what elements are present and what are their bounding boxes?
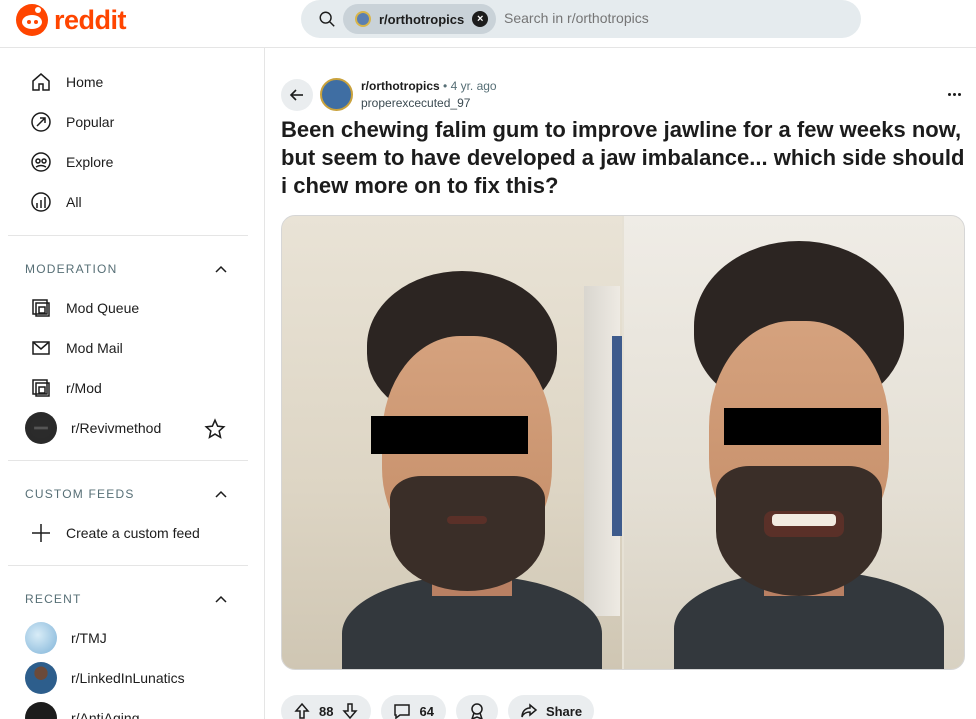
downvote-icon[interactable] — [341, 702, 359, 719]
close-icon[interactable]: × — [472, 11, 489, 27]
share-icon — [521, 703, 538, 718]
sidebar-divider — [8, 565, 248, 566]
vote-count: 88 — [319, 703, 334, 719]
subreddit-icon[interactable] — [320, 78, 353, 111]
search-icon — [319, 11, 335, 27]
share-label: Share — [545, 703, 583, 719]
subreddit-avatar — [355, 11, 371, 27]
sidebar-item-explore[interactable]: Explore — [8, 142, 248, 182]
sidebar-item-label: Create a custom feed — [66, 525, 200, 541]
sidebar-item-label: r/TMJ — [71, 630, 107, 646]
mod-queue-icon — [32, 299, 50, 317]
search-input[interactable] — [504, 10, 844, 26]
upvote-icon[interactable] — [293, 702, 311, 719]
reddit-logo[interactable]: reddit — [16, 4, 127, 36]
star-icon[interactable] — [204, 418, 226, 440]
section-title: RECENT — [25, 592, 82, 606]
sidebar-item-label: Explore — [66, 154, 114, 170]
comment-icon — [394, 704, 411, 719]
reddit-snoo-icon — [16, 4, 48, 36]
explore-icon — [31, 152, 51, 172]
sidebar-item-mod-queue[interactable]: Mod Queue — [8, 288, 248, 328]
comments-button[interactable]: 64 — [381, 695, 446, 719]
sidebar-item-label: All — [66, 194, 82, 210]
sidebar-item-label: Mod Mail — [66, 340, 123, 356]
sidebar-item-label: r/LinkedInLunatics — [71, 670, 185, 686]
dot-icon — [957, 92, 961, 96]
dot-icon — [947, 92, 951, 96]
sidebar-item-mod-mail[interactable]: Mod Mail — [8, 328, 248, 368]
antiaging-avatar — [25, 702, 57, 719]
tmj-avatar — [25, 622, 57, 654]
sidebar-item-home[interactable]: Home — [8, 62, 248, 102]
sidebar-item-label: r/AntiAging — [71, 710, 140, 719]
recent-section-header[interactable]: RECENT — [8, 584, 248, 614]
post-actions: 88 64 Share — [281, 695, 595, 719]
mod-icon — [32, 379, 50, 397]
back-button[interactable] — [281, 79, 313, 111]
left-sidebar: Home Popular Explore All MODERATION Mod … — [0, 48, 265, 719]
vote-control: 88 — [281, 695, 372, 719]
post-meta: r/orthotropics • 4 yr. ago — [361, 79, 497, 93]
sidebar-item-label: r/Revivmethod — [71, 420, 162, 436]
sidebar-divider — [8, 235, 248, 236]
photo-right — [624, 216, 964, 669]
subreddit-link[interactable]: r/orthotropics — [361, 79, 440, 93]
sidebar-item-popular[interactable]: Popular — [8, 102, 248, 142]
photo-left — [282, 216, 622, 669]
linkedinlunatics-avatar — [25, 662, 57, 694]
dot-icon — [952, 92, 956, 96]
moderation-section-header[interactable]: MODERATION — [8, 254, 248, 284]
post-age: 4 yr. ago — [450, 79, 497, 93]
arrow-left-icon — [289, 89, 303, 101]
section-title: MODERATION — [25, 262, 118, 276]
sidebar-item-label: Mod Queue — [66, 300, 140, 316]
sidebar-item-label: Home — [66, 74, 104, 90]
section-title: CUSTOM FEEDS — [25, 487, 135, 501]
revivmethod-avatar — [25, 412, 57, 444]
sidebar-item-r-antiaging[interactable]: r/AntiAging — [8, 698, 248, 719]
sidebar-item-r-linkedinlunatics[interactable]: r/LinkedInLunatics — [8, 658, 248, 698]
chip-label: r/orthotropics — [379, 11, 465, 27]
sidebar-item-label: Popular — [66, 114, 115, 130]
post-author[interactable]: properexcecuted_97 — [361, 96, 470, 110]
sidebar-item-create-custom-feed[interactable]: Create a custom feed — [8, 513, 248, 553]
censor-bar — [724, 408, 881, 445]
top-header: reddit r/orthotropics × — [0, 0, 976, 48]
meta-separator: • — [443, 79, 448, 93]
sidebar-divider — [8, 460, 248, 461]
chevron-up-icon — [215, 490, 227, 498]
all-icon — [31, 192, 51, 212]
subreddit-filter-chip[interactable]: r/orthotropics × — [343, 4, 497, 34]
plus-icon — [32, 524, 50, 542]
post-detail: r/orthotropics • 4 yr. ago properexcecut… — [265, 48, 976, 719]
sidebar-item-all[interactable]: All — [8, 182, 248, 222]
revivmethod-logo-icon — [30, 417, 52, 439]
sidebar-item-r-tmj[interactable]: r/TMJ — [8, 618, 248, 658]
award-button[interactable] — [455, 695, 498, 719]
popular-icon — [31, 112, 51, 132]
award-icon — [471, 703, 483, 719]
sidebar-item-r-revivmethod[interactable]: r/Revivmethod — [8, 408, 248, 448]
logo-wordmark: reddit — [54, 4, 127, 35]
more-options-button[interactable] — [939, 82, 969, 106]
comment-count: 64 — [419, 703, 434, 719]
custom-feeds-section-header[interactable]: CUSTOM FEEDS — [8, 479, 248, 509]
chevron-up-icon — [215, 265, 227, 273]
sidebar-item-label: r/Mod — [66, 380, 102, 396]
chevron-up-icon — [215, 595, 227, 603]
post-title: Been chewing falim gum to improve jawlin… — [281, 117, 965, 198]
share-button[interactable]: Share — [507, 695, 595, 719]
home-icon — [32, 73, 50, 91]
post-image[interactable] — [281, 215, 965, 670]
sidebar-item-r-mod[interactable]: r/Mod — [8, 368, 248, 408]
censor-bar — [371, 416, 528, 454]
mod-mail-icon — [32, 341, 50, 355]
